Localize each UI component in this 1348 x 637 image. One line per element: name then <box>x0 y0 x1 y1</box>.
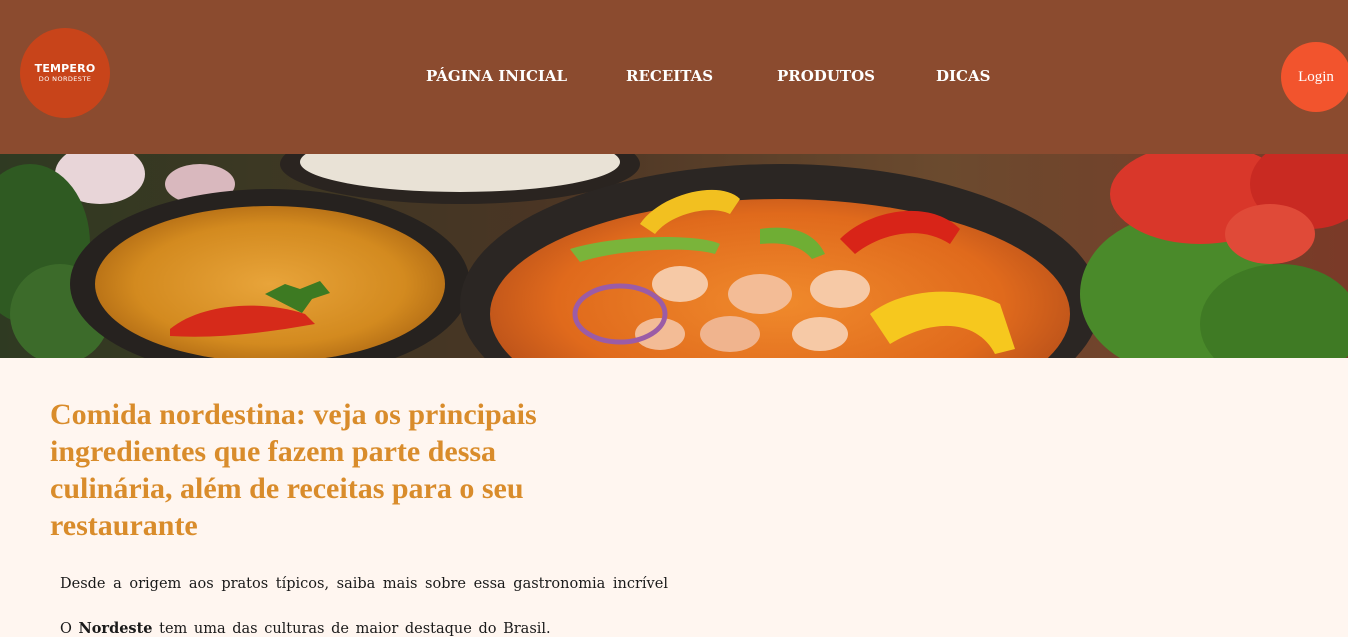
para-bold: Nordeste <box>78 620 153 637</box>
logo-line-2: DO NORDESTE <box>38 74 92 83</box>
site-logo[interactable]: TEMPERO DO NORDESTE <box>20 28 110 118</box>
nav-products[interactable]: PRODUTOS <box>777 66 936 86</box>
hero-banner-image <box>0 154 1348 358</box>
para-prefix: O <box>60 621 79 637</box>
food-photo-illustration <box>0 154 1348 358</box>
para-rest: tem uma das culturas de maior destaque d… <box>152 621 551 637</box>
logo-line-1: TEMPERO <box>34 61 96 75</box>
nav-home[interactable]: PÁGINA INICIAL <box>426 66 626 86</box>
article-subtitle: Desde a origem aos pratos típicos, saiba… <box>60 576 668 592</box>
article-paragraph: O Nordeste tem uma das culturas de maior… <box>60 620 551 637</box>
nav-tips[interactable]: DICAS <box>936 66 996 86</box>
login-button[interactable]: Login <box>1281 42 1348 112</box>
site-header: TEMPERO DO NORDESTE PÁGINA INICIAL RECEI… <box>0 0 1348 154</box>
nav-recipes[interactable]: RECEITAS <box>626 66 777 86</box>
article-content: Comida nordestina: veja os principais in… <box>0 358 1348 637</box>
article-title: Comida nordestina: veja os principais in… <box>50 398 537 542</box>
main-nav: PÁGINA INICIAL RECEITAS PRODUTOS DICAS <box>426 66 996 86</box>
